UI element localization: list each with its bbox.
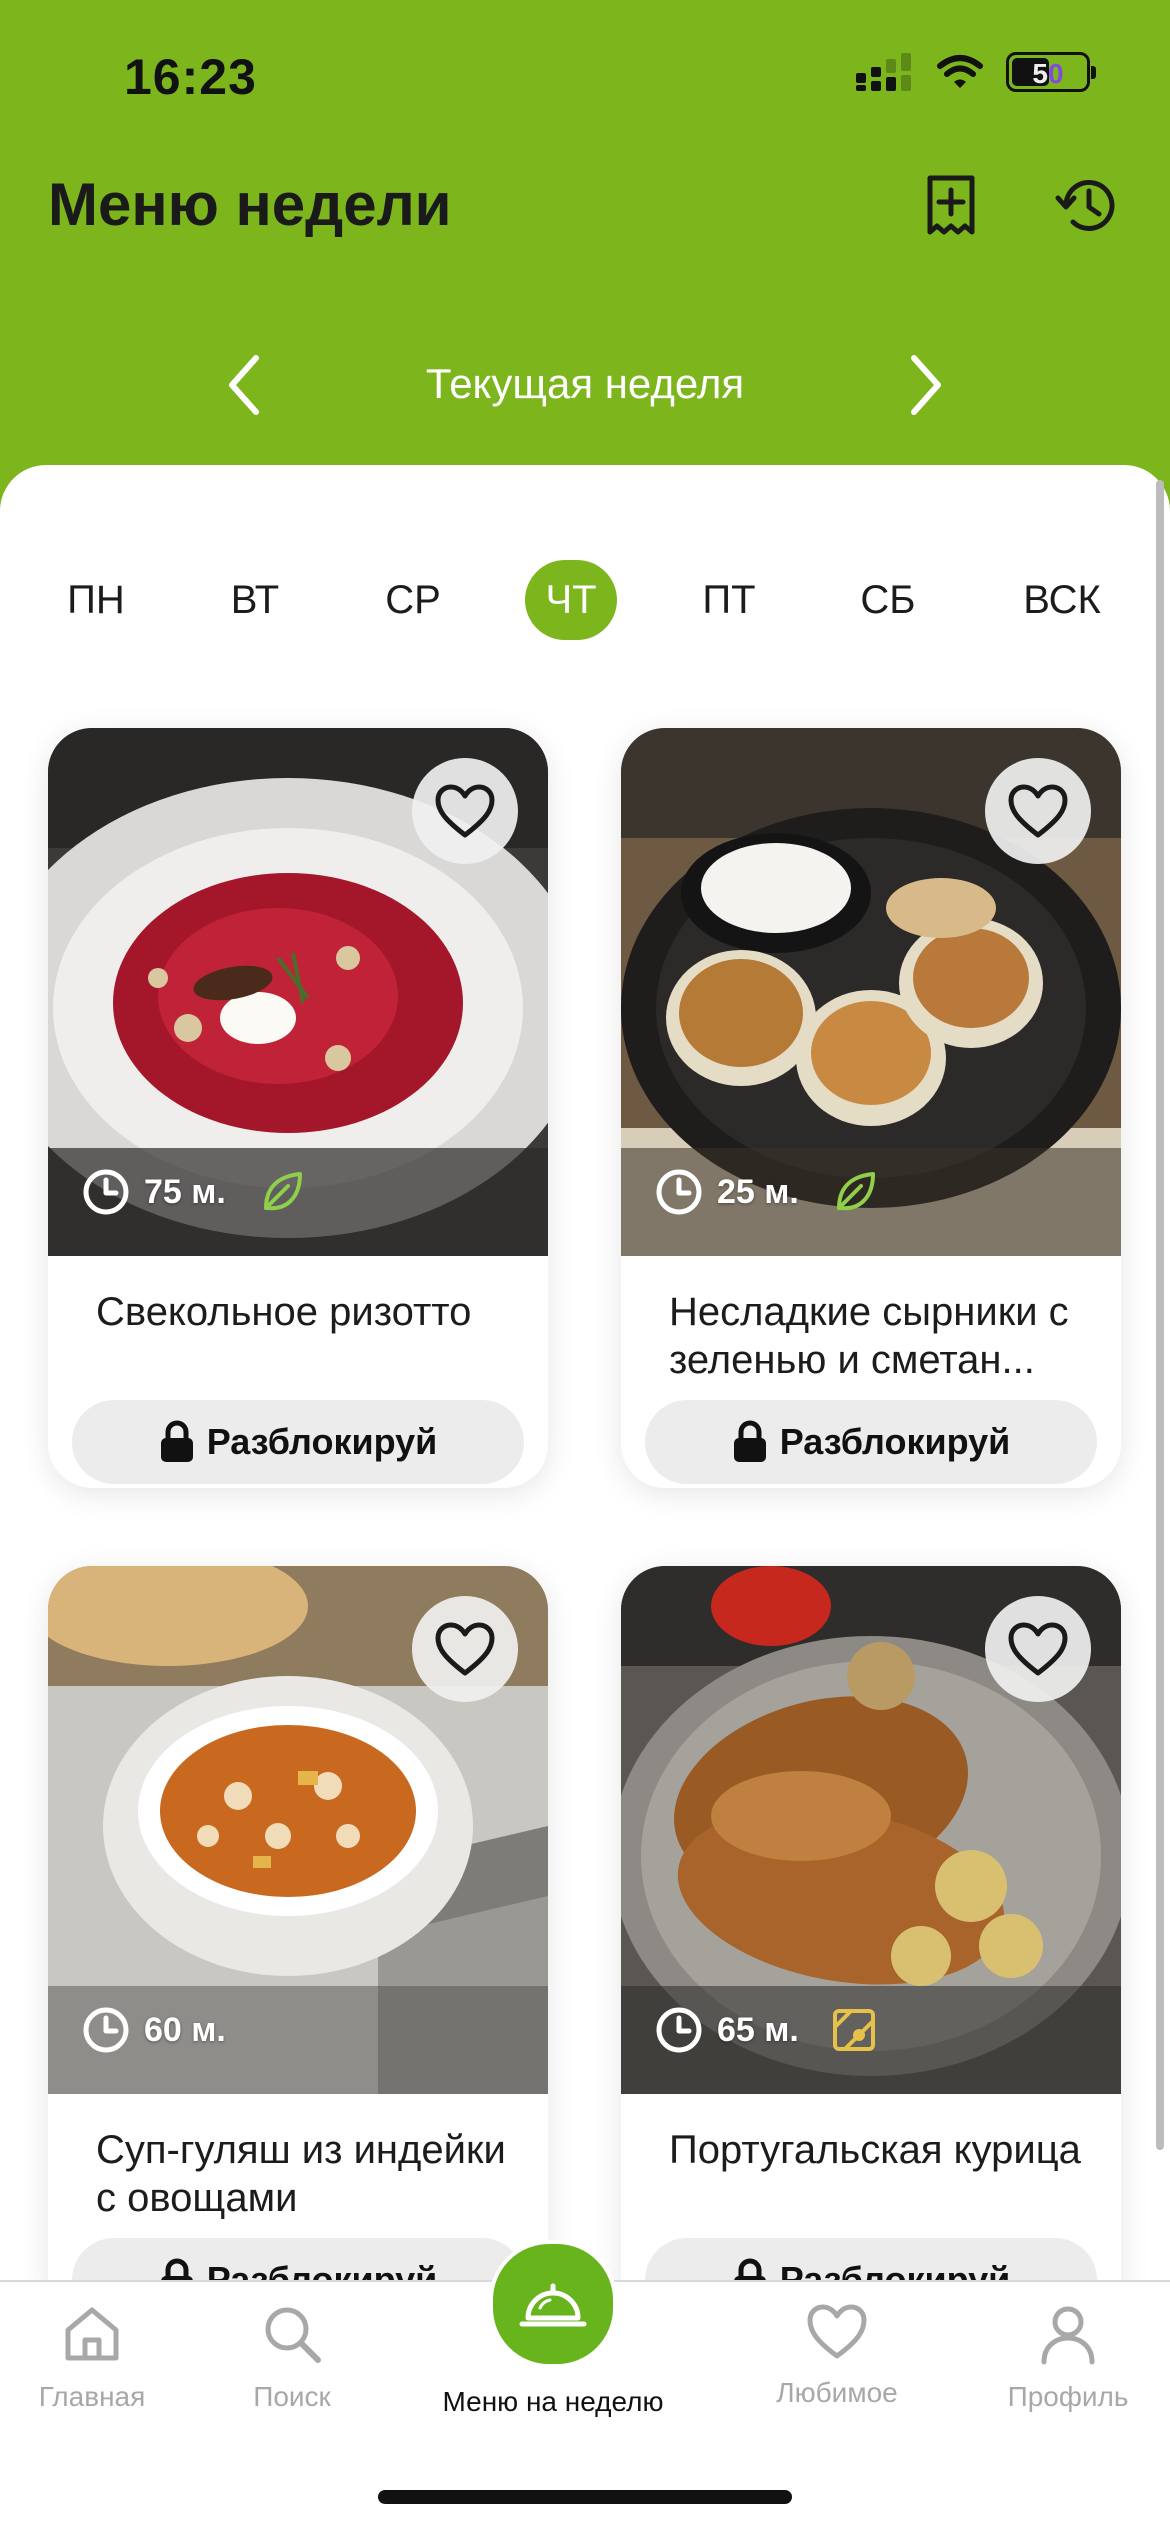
day-tab-mon[interactable]: ПН	[50, 560, 142, 640]
tab-profile-label: Профиль	[1007, 2381, 1129, 2412]
tab-search-label: Поиск	[253, 2381, 331, 2412]
add-shopping-list-button[interactable]	[918, 172, 984, 238]
heart-icon	[1008, 784, 1068, 838]
status-time: 16:23	[124, 49, 257, 105]
battery-level: 50	[1032, 58, 1064, 89]
scrollbar[interactable]	[1156, 480, 1164, 2150]
cooking-time: 75 м.	[144, 1172, 226, 1211]
home-icon	[65, 2307, 119, 2361]
battery-indicator: 50	[1006, 52, 1096, 92]
day-selector: ПН ВТ СР ЧТ ПТ СБ ВСК	[0, 560, 1170, 640]
receipt-add-icon	[927, 175, 975, 235]
clock-icon	[83, 1169, 129, 1215]
recipe-card[interactable]: 60 м. Суп-гуляш из индейки с овощами Раз…	[48, 1566, 548, 2326]
recipe-name: Свекольное ризотто	[96, 1290, 472, 1334]
unlock-button[interactable]: Разблокируй	[72, 1400, 524, 1484]
clock-icon	[656, 2007, 702, 2053]
header: 16:23 50 Меню недели Текущая неделя	[0, 0, 1170, 520]
tab-weekly-menu-label: Меню на неделю	[442, 2386, 664, 2417]
cooking-time: 25 м.	[717, 1172, 799, 1211]
home-indicator	[378, 2490, 792, 2504]
weekly-menu-fab	[489, 2240, 617, 2368]
heart-icon	[807, 2304, 867, 2359]
tab-profile[interactable]: Профиль	[968, 2302, 1168, 2413]
heart-icon	[1008, 1622, 1068, 1676]
unlock-button[interactable]: Разблокируй	[645, 1400, 1097, 1484]
favorite-button[interactable]	[412, 758, 518, 864]
heart-icon	[435, 784, 495, 838]
day-tab-thu[interactable]: ЧТ	[525, 560, 617, 640]
cloche-icon	[519, 2283, 587, 2327]
day-tab-fri[interactable]: ПТ	[683, 560, 775, 640]
recipe-name: Португальская курица	[669, 2128, 1081, 2172]
recipe-meta: 65 м.	[655, 2006, 877, 2054]
search-icon	[265, 2307, 321, 2363]
unlock-label: Разблокируй	[206, 1421, 438, 1462]
status-icons: 50	[856, 52, 1096, 92]
week-navigation: Текущая неделя	[0, 350, 1170, 420]
lock-icon	[733, 1420, 766, 1462]
status-bar: 16:23 50	[0, 48, 1170, 108]
tab-favorites[interactable]: Любимое	[737, 2302, 937, 2409]
day-tab-sun[interactable]: ВСК	[1016, 560, 1108, 640]
recipe-meta: 60 м.	[82, 2006, 226, 2054]
next-week-button[interactable]	[896, 350, 956, 420]
recipe-name: Несладкие сырники с зеленью и сметан...	[669, 1290, 1069, 1382]
favorite-button[interactable]	[985, 1596, 1091, 1702]
tab-home-label: Главная	[38, 2381, 146, 2412]
clock-icon	[656, 1169, 702, 1215]
cooking-time: 60 м.	[144, 2010, 226, 2049]
profile-icon	[1041, 2306, 1095, 2365]
day-tab-tue[interactable]: ВТ	[209, 560, 301, 640]
history-icon	[1055, 179, 1115, 231]
clock-icon	[83, 2007, 129, 2053]
recipe-card[interactable]: 25 м. Несладкие сырники с зеленью и смет…	[621, 728, 1121, 1488]
wifi-icon	[937, 55, 983, 88]
tab-weekly-menu[interactable]: Меню на неделю	[423, 2240, 683, 2418]
chevron-right-icon	[911, 355, 941, 415]
spice-icon	[832, 2009, 875, 2051]
day-tab-wed[interactable]: СР	[367, 560, 459, 640]
recipe-card[interactable]: 75 м. Свекольное ризотто Разблокируй	[48, 728, 548, 1488]
recipe-name: Суп-гуляш из индейки с овощами	[96, 2128, 506, 2220]
signal-icon	[856, 53, 911, 91]
cooking-time: 65 м.	[717, 2010, 799, 2049]
heart-icon	[435, 1622, 495, 1676]
recipe-meta: 75 м.	[82, 1168, 306, 1216]
tab-favorites-label: Любимое	[776, 2377, 898, 2408]
recipe-card[interactable]: 65 м. Португальская курица Разблокируй	[621, 1566, 1121, 2326]
favorite-button[interactable]	[985, 758, 1091, 864]
tab-home[interactable]: Главная	[0, 2302, 192, 2413]
lock-icon	[160, 1420, 193, 1462]
page-title: Меню недели	[48, 171, 452, 238]
unlock-label: Разблокируй	[779, 1421, 1011, 1462]
favorite-button[interactable]	[412, 1596, 518, 1702]
recipe-meta: 25 м.	[655, 1168, 879, 1216]
week-label: Текущая неделя	[425, 360, 745, 407]
history-button[interactable]	[1054, 172, 1120, 238]
tab-search[interactable]: Поиск	[192, 2302, 392, 2413]
day-tab-sat[interactable]: СБ	[842, 560, 934, 640]
leaf-icon	[836, 1172, 875, 1211]
leaf-icon	[263, 1172, 302, 1211]
